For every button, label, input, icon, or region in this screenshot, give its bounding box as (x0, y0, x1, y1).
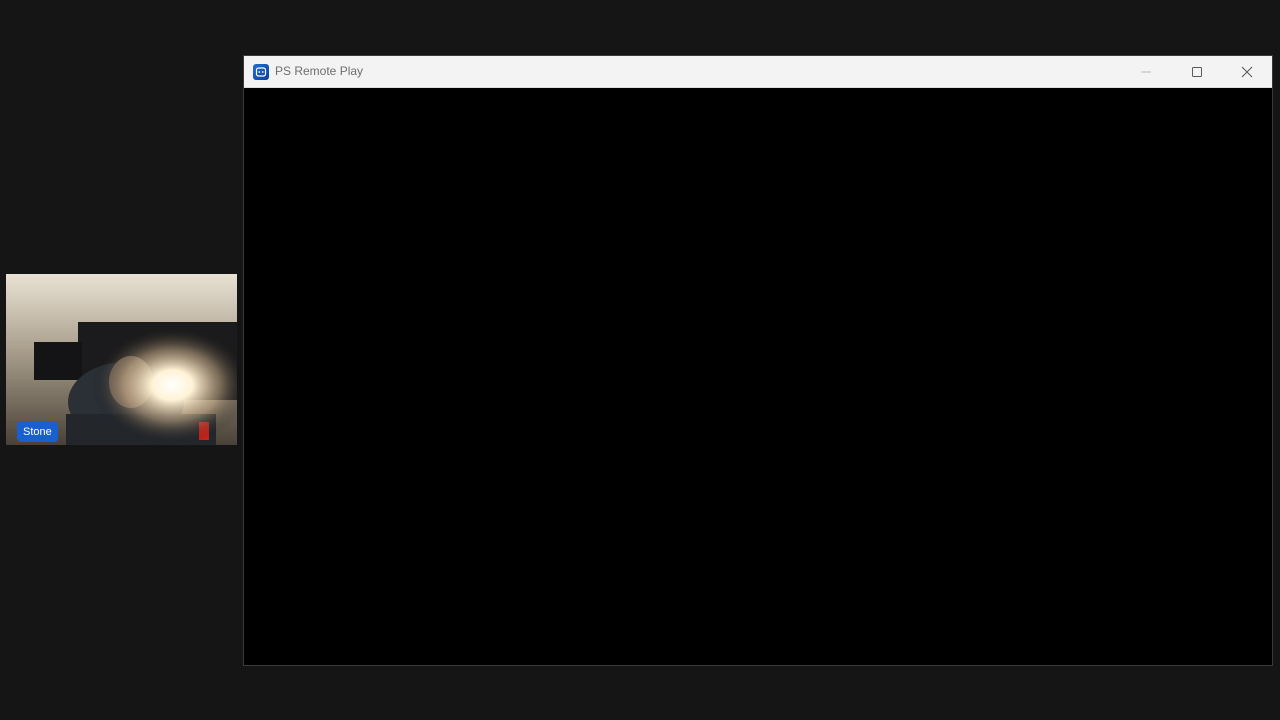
window-title: PS Remote Play (275, 64, 364, 78)
desktop: Stone PS Remote Play (0, 0, 1280, 720)
webcam-video-frame (6, 274, 237, 445)
window-titlebar[interactable]: PS Remote Play (244, 56, 1272, 88)
maximize-icon (1192, 66, 1202, 77)
maximize-button[interactable] (1174, 56, 1220, 87)
ps-remote-play-window: PS Remote Play (243, 55, 1273, 666)
minimize-icon (1141, 71, 1151, 72)
participant-name-tag: Stone (17, 422, 58, 442)
remote-play-stream-area[interactable] (244, 88, 1272, 665)
webcam-feed: Stone (6, 274, 237, 445)
close-icon (1241, 66, 1253, 77)
close-button[interactable] (1224, 56, 1270, 87)
minimize-button[interactable] (1123, 56, 1169, 87)
ps-remote-play-icon (253, 64, 269, 80)
